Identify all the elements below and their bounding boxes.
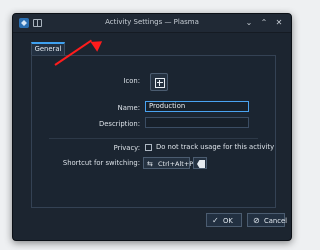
ok-label: OK (223, 217, 233, 225)
section-separator (49, 138, 258, 139)
activity-icon (155, 78, 165, 88)
chevron-down-icon[interactable]: ⌄ (243, 17, 255, 29)
name-field[interactable]: Production (145, 101, 249, 112)
privacy-checkbox[interactable] (145, 144, 152, 151)
checkmark-icon: ✓ (212, 216, 219, 225)
shortcut-value: Ctrl+Alt+P (158, 160, 194, 168)
chevron-up-icon[interactable]: ⌃ (258, 17, 270, 29)
keyboard-shortcut-icon: ⇆ (147, 160, 153, 168)
clear-shortcut-icon (197, 160, 205, 168)
red-arrow-head (90, 36, 106, 52)
privacy-label: Privacy: (113, 144, 140, 152)
name-label: Name: (117, 104, 140, 112)
titlebar: Activity Settings — Plasma ⌄ ⌃ ✕ (13, 14, 291, 33)
close-icon[interactable]: ✕ (273, 17, 285, 29)
cancel-icon: ⊘ (253, 216, 260, 225)
cancel-label: Cancel (264, 217, 288, 225)
icon-label: Icon: (123, 77, 141, 85)
shortcut-button[interactable]: ⇆ Ctrl+Alt+P (143, 157, 194, 169)
description-label: Description: (98, 120, 140, 128)
description-field[interactable] (145, 117, 249, 128)
clear-shortcut-button[interactable] (193, 157, 207, 169)
ok-button[interactable]: ✓ OK (206, 213, 242, 227)
tab-general[interactable]: General (31, 42, 65, 56)
activity-settings-window: Activity Settings — Plasma ⌄ ⌃ ✕ General… (12, 13, 292, 241)
privacy-checkbox-label: Do not track usage for this activity (156, 143, 275, 151)
shortcut-label: Shortcut for switching: (62, 159, 140, 167)
activity-icon-button[interactable] (150, 73, 168, 91)
cancel-button[interactable]: ⊘ Cancel (247, 213, 288, 227)
